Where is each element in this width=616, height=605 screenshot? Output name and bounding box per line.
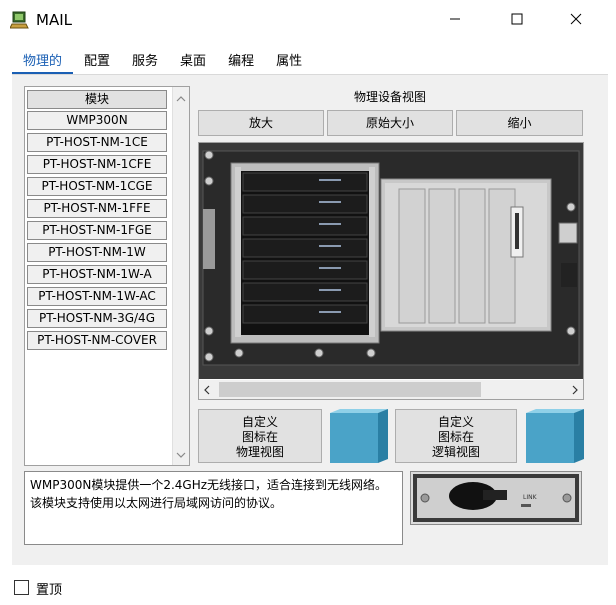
device-image[interactable] [199, 143, 583, 379]
minimize-icon [449, 13, 461, 28]
module-item[interactable]: PT-HOST-NM-1W-A [27, 265, 167, 284]
tab-programming[interactable]: 编程 [217, 52, 265, 74]
button-label-line: 逻辑视图 [431, 445, 480, 459]
cube-icon [524, 409, 584, 466]
module-list-scrollbar[interactable] [172, 87, 189, 465]
tab-physical[interactable]: 物理的 [12, 52, 74, 74]
button-label-line: 自定义 [241, 415, 278, 429]
tab-config[interactable]: 配置 [73, 52, 121, 74]
module-list: 模块 WMP300N PT-HOST-NM-1CE PT-HOST-NM-1CF… [24, 86, 190, 466]
scrollbar-thumb[interactable] [219, 382, 481, 397]
module-item[interactable]: WMP300N [27, 111, 167, 130]
module-item[interactable]: PT-HOST-NM-1W [27, 243, 167, 262]
module-items: WMP300N PT-HOST-NM-1CE PT-HOST-NM-1CFE P… [27, 111, 167, 353]
packet-tracer-pc-icon [9, 10, 30, 30]
close-button[interactable] [553, 0, 599, 40]
button-label-line: 图标在 [437, 430, 474, 444]
tab-bar: 物理的 配置 服务 桌面 编程 属性 [12, 52, 313, 74]
module-item[interactable]: PT-HOST-NM-1CGE [27, 177, 167, 196]
window-title: MAIL [36, 11, 72, 29]
module-list-header[interactable]: 模块 [27, 90, 167, 109]
module-item[interactable]: PT-HOST-NM-1CE [27, 133, 167, 152]
module-description: WMP300N模块提供一个2.4GHz无线接口，适合连接到无线网络。该模块支持使… [24, 471, 403, 545]
port-label: LINK [523, 494, 537, 501]
chevron-up-icon[interactable] [176, 91, 186, 105]
button-label-line: 物理视图 [235, 445, 284, 459]
chevron-right-icon[interactable] [572, 384, 578, 398]
module-item[interactable]: PT-HOST-NM-1FFE [27, 199, 167, 218]
module-item[interactable]: PT-HOST-NM-1FGE [27, 221, 167, 240]
device-view-scrollbar[interactable] [199, 380, 583, 399]
zoom-in-button[interactable]: 放大 [198, 110, 324, 136]
tab-desktop[interactable]: 桌面 [169, 52, 217, 74]
button-label-line: 自定义 [437, 415, 474, 429]
zoom-out-button[interactable]: 缩小 [456, 110, 583, 136]
title-bar: MAIL [0, 0, 616, 40]
minimize-button[interactable] [432, 0, 478, 40]
chevron-down-icon[interactable] [176, 447, 186, 461]
maximize-button[interactable] [494, 0, 540, 40]
maximize-icon [511, 13, 523, 28]
module-item[interactable]: PT-HOST-NM-3G/4G [27, 309, 167, 328]
cube-icon [328, 409, 390, 466]
always-on-top-checkbox[interactable] [14, 580, 29, 595]
physical-view-title: 物理设备视图 [353, 90, 426, 104]
close-icon [570, 13, 582, 28]
module-image: LINK [410, 471, 582, 525]
always-on-top-label: 置顶 [36, 583, 63, 598]
module-item[interactable]: PT-HOST-NM-COVER [27, 331, 167, 350]
module-item[interactable]: PT-HOST-NM-1W-AC [27, 287, 167, 306]
tab-services[interactable]: 服务 [121, 52, 169, 74]
device-view [198, 142, 584, 400]
chevron-left-icon[interactable] [204, 384, 210, 398]
button-label-line: 图标在 [241, 430, 278, 444]
original-size-button[interactable]: 原始大小 [327, 110, 453, 136]
tab-attributes[interactable]: 属性 [265, 52, 313, 74]
custom-physical-icon-button[interactable]: 自定义 图标在 物理视图 [198, 409, 322, 463]
module-item[interactable]: PT-HOST-NM-1CFE [27, 155, 167, 174]
custom-logical-icon-button[interactable]: 自定义 图标在 逻辑视图 [395, 409, 517, 463]
